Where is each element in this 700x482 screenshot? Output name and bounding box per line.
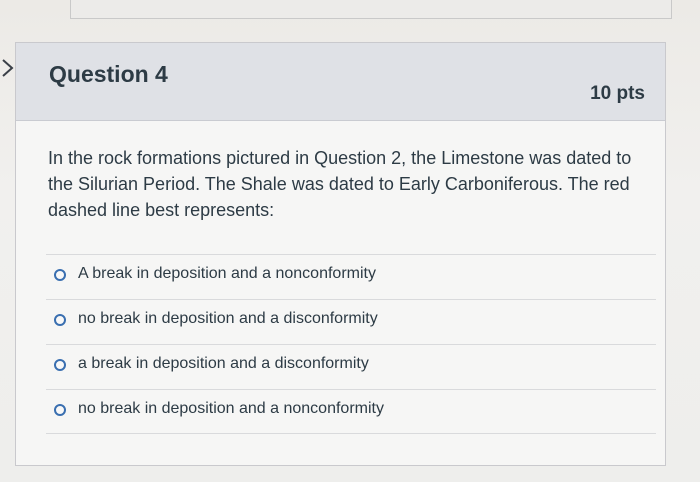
answer-option[interactable]: no break in deposition and a disconformi…: [46, 299, 656, 344]
question-card: Question 4 10 pts In the rock formations…: [15, 42, 666, 466]
radio-button-icon[interactable]: [54, 314, 66, 326]
answer-list: A break in deposition and a nonconformit…: [46, 254, 656, 434]
question-header: Question 4 10 pts: [16, 43, 665, 121]
chevron-right-icon[interactable]: [0, 58, 16, 78]
answer-label[interactable]: a break in deposition and a disconformit…: [78, 355, 369, 373]
question-title: Question 4: [49, 61, 168, 87]
answer-label[interactable]: A break in deposition and a nonconformit…: [78, 265, 376, 283]
answer-option[interactable]: a break in deposition and a disconformit…: [46, 344, 656, 389]
answer-label[interactable]: no break in deposition and a nonconformi…: [78, 400, 384, 418]
question-points: 10 pts: [590, 83, 645, 104]
answer-option[interactable]: A break in deposition and a nonconformit…: [46, 254, 656, 299]
previous-card-edge: [70, 0, 672, 19]
question-text: In the rock formations pictured in Quest…: [48, 148, 632, 220]
radio-button-icon[interactable]: [54, 359, 66, 371]
radio-button-icon[interactable]: [54, 269, 66, 281]
answer-label[interactable]: no break in deposition and a disconformi…: [78, 310, 378, 328]
radio-button-icon[interactable]: [54, 404, 66, 416]
answer-option[interactable]: no break in deposition and a nonconformi…: [46, 389, 656, 434]
quiz-page: Question 4 10 pts In the rock formations…: [0, 0, 700, 482]
